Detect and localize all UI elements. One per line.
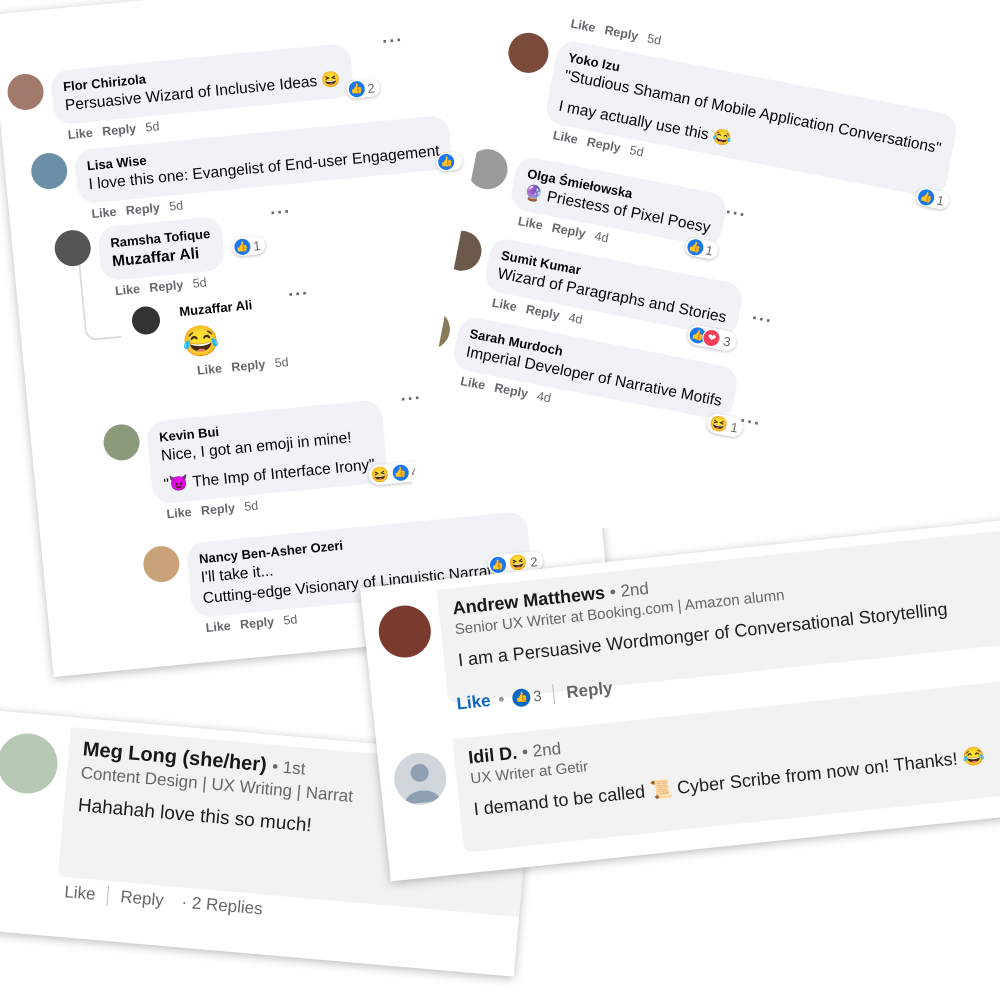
divider — [106, 885, 110, 906]
reply-link[interactable]: Reply — [231, 357, 266, 374]
reply-link[interactable]: Reply — [239, 615, 274, 632]
avatar[interactable] — [53, 228, 93, 268]
timestamp[interactable]: 5d — [646, 31, 662, 47]
reply-link[interactable]: Reply — [120, 887, 165, 911]
reply-link[interactable]: Reply — [586, 135, 622, 155]
emoji-comment: 😂 — [180, 323, 222, 360]
more-options-icon[interactable]: ··· — [400, 387, 423, 410]
commenter-name[interactable]: Muzaffar Ali — [178, 293, 289, 320]
avatar[interactable] — [130, 305, 162, 336]
timestamp[interactable]: 5d — [274, 355, 289, 370]
connection-degree: • 2nd — [521, 738, 562, 762]
reply-link[interactable]: Reply — [102, 122, 137, 139]
like-link[interactable]: Like — [196, 361, 222, 377]
haha-reaction-icon: 😆 — [707, 414, 730, 435]
reaction-badge[interactable]: 👍 1 — [231, 235, 267, 257]
more-options-icon[interactable]: ··· — [287, 283, 310, 306]
reaction-count: 1 — [935, 192, 946, 209]
reaction-count: 1 — [252, 237, 262, 254]
more-options-icon[interactable]: ··· — [724, 202, 748, 227]
timestamp[interactable]: 5d — [192, 276, 207, 291]
avatar[interactable] — [141, 544, 182, 584]
haha-reaction-icon: 😆 — [370, 465, 391, 485]
avatar[interactable] — [29, 151, 69, 191]
divider — [552, 684, 556, 705]
like-link[interactable]: Like — [64, 882, 97, 905]
reaction-count: 2 — [529, 553, 539, 570]
avatar[interactable] — [101, 422, 142, 462]
like-link[interactable]: Like — [67, 126, 93, 142]
reaction-count[interactable]: 3 — [532, 687, 542, 705]
like-reaction-icon: 👍 — [233, 238, 252, 256]
reply-link[interactable]: Reply — [525, 302, 561, 322]
like-link[interactable]: Like — [114, 282, 140, 298]
like-link[interactable]: Like — [569, 17, 596, 36]
reply-link[interactable]: Reply — [493, 381, 529, 401]
reaction-count: 1 — [704, 241, 715, 259]
like-link[interactable]: Like — [91, 205, 117, 221]
comment-bubble: Ramsha Tofique Muzaffar Ali 👍 1 — [96, 215, 267, 282]
reply-link[interactable]: Reply — [551, 221, 587, 241]
more-options-icon[interactable]: ··· — [750, 308, 774, 333]
like-reaction-icon: 👍 — [437, 153, 456, 171]
timestamp[interactable]: 4d — [593, 229, 609, 245]
like-link[interactable]: Like — [517, 214, 544, 233]
more-options-icon[interactable]: ··· — [269, 201, 292, 224]
timestamp[interactable]: 5d — [169, 198, 184, 213]
like-reaction-icon: 👍 — [685, 237, 705, 257]
reply-link[interactable]: Reply — [125, 201, 160, 218]
like-link[interactable]: Like — [552, 128, 579, 147]
default-avatar-icon[interactable] — [391, 750, 449, 808]
timestamp[interactable]: 5d — [628, 143, 644, 159]
reply-link[interactable]: Reply — [200, 501, 235, 518]
reply-link[interactable]: Reply — [603, 23, 639, 43]
like-reaction-icon: 👍 — [511, 687, 532, 708]
reaction-badge[interactable]: 👍 2 — [345, 78, 381, 100]
avatar[interactable] — [5, 72, 46, 112]
replies-link[interactable]: · 2 Replies — [181, 892, 264, 919]
heart-reaction-icon: ❤ — [701, 327, 723, 349]
more-options-icon[interactable]: ··· — [381, 30, 404, 53]
connection-degree: • 2nd — [608, 578, 650, 602]
like-link[interactable]: Like — [456, 691, 492, 714]
like-reaction-icon: 👍 — [916, 188, 936, 207]
more-options-icon[interactable]: ··· — [738, 410, 762, 435]
comment-kevin: Kevin Bui Nice, I got an emoji in mine! … — [101, 387, 425, 526]
dot-separator: • — [497, 689, 506, 710]
timestamp[interactable]: 5d — [145, 119, 160, 134]
avatar[interactable] — [376, 602, 434, 661]
reaction-count: 2 — [366, 80, 376, 96]
reply-link[interactable]: Reply — [565, 678, 613, 703]
like-link[interactable]: Like — [459, 374, 486, 393]
fb-right-panel: Like Reply 5d Yoko Izu "Studious Shaman … — [410, 0, 1000, 598]
like-reaction-icon: 👍 — [489, 556, 507, 574]
timestamp[interactable]: 5d — [244, 499, 259, 514]
avatar[interactable] — [0, 730, 60, 796]
comment-muzaffar: Muzaffar Ali 😂 Like Reply 5d ··· — [130, 283, 310, 384]
like-link[interactable]: Like — [166, 505, 192, 521]
timestamp[interactable]: 4d — [567, 311, 583, 327]
timestamp[interactable]: 5d — [283, 612, 298, 627]
comment-ramsha: Ramsha Tofique Muzaffar Ali 👍 1 Like Rep… — [53, 201, 292, 304]
like-link[interactable]: Like — [491, 296, 518, 315]
like-reaction-icon: 👍 — [391, 464, 410, 482]
reaction-badge[interactable]: 👍 — [435, 151, 464, 172]
like-link[interactable]: Like — [205, 619, 231, 635]
reply-link[interactable]: Reply — [149, 278, 184, 295]
reaction-count: 3 — [722, 333, 733, 350]
connection-degree: • 1st — [271, 756, 307, 779]
timestamp[interactable]: 4d — [536, 389, 552, 405]
like-reaction-icon: 👍 — [347, 80, 366, 98]
